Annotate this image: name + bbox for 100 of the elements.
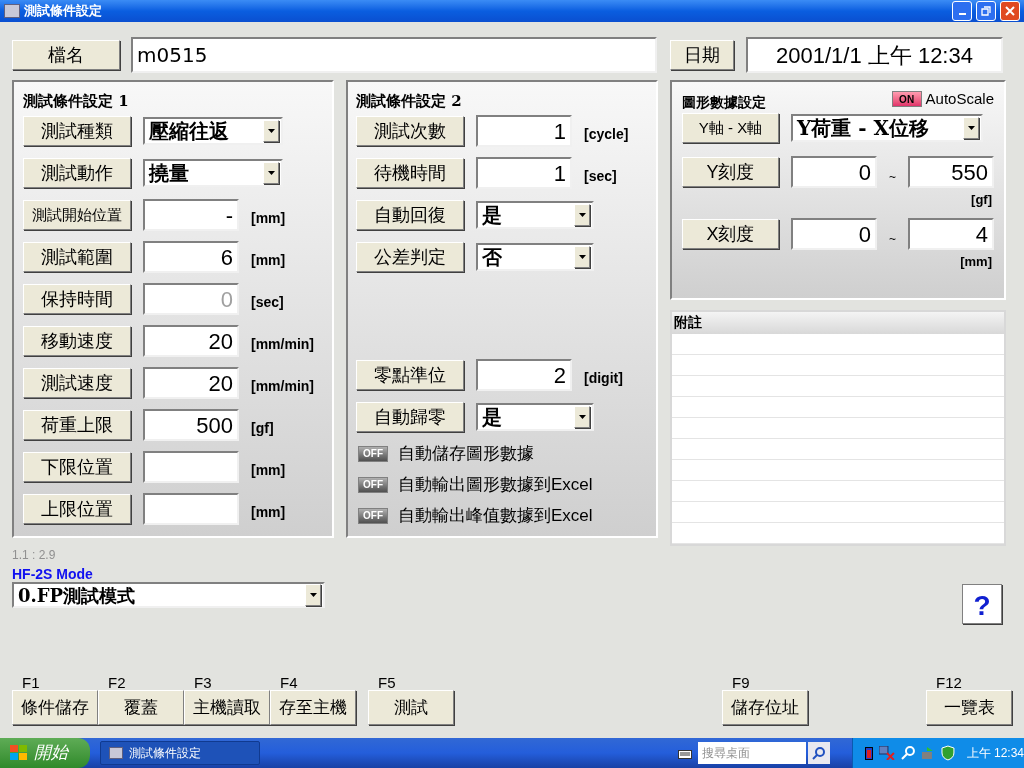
number-field[interactable]: 0: [791, 156, 877, 188]
number-field[interactable]: 500: [143, 409, 239, 441]
dropdown-button[interactable]: [574, 406, 590, 428]
unit-label: [mm]: [960, 253, 993, 270]
range-separator: ~: [888, 169, 897, 186]
function-key-label: F2: [107, 673, 127, 690]
search-button[interactable]: [808, 742, 830, 764]
dropdown-button[interactable]: [963, 117, 979, 139]
number-field[interactable]: 20: [143, 325, 239, 357]
function-key-button[interactable]: 主機讀取: [184, 690, 270, 725]
unit-label: [mm/min]: [251, 334, 314, 354]
number-field[interactable]: 20: [143, 367, 239, 399]
function-key-button[interactable]: 條件儲存: [12, 690, 98, 725]
label-button[interactable]: 下限位置: [23, 452, 131, 482]
caret-down-icon: [967, 126, 975, 130]
dropdown-field[interactable]: 否: [476, 243, 594, 271]
battery-icon: [865, 746, 873, 760]
label-button[interactable]: 荷重上限: [23, 410, 131, 440]
function-key-button[interactable]: 一覽表: [926, 690, 1012, 725]
number-field[interactable]: 4: [908, 218, 994, 250]
label-button[interactable]: 測試速度: [23, 368, 131, 398]
function-key-button[interactable]: 測試: [368, 690, 454, 725]
autoscale-label: AutoScale: [925, 88, 994, 109]
start-button[interactable]: 開始: [0, 738, 90, 768]
date-button[interactable]: 日期: [670, 40, 734, 70]
dropdown-field[interactable]: 是: [476, 403, 594, 431]
unit-label: [mm]: [251, 460, 286, 480]
shield-icon: [940, 745, 955, 761]
toggle-switch[interactable]: OFF: [358, 507, 388, 524]
help-button[interactable]: ?: [962, 584, 1002, 624]
maximize-button[interactable]: [976, 1, 996, 21]
unit-label: [mm/min]: [251, 376, 314, 396]
function-key-label: F5: [377, 673, 397, 690]
number-field[interactable]: 1: [476, 115, 572, 147]
magnifier-icon: [900, 746, 915, 760]
label-button[interactable]: 測試範圍: [23, 242, 131, 272]
version-label: 1.1 : 2.9: [12, 547, 57, 564]
app-icon: [109, 747, 123, 759]
function-key-button[interactable]: 存至主機: [270, 690, 356, 725]
maximize-icon: [981, 6, 991, 16]
number-field[interactable]: 550: [908, 156, 994, 188]
file-name-field[interactable]: m0515: [131, 37, 657, 73]
search-field[interactable]: 搜尋桌面: [698, 742, 806, 764]
dropdown-button[interactable]: [263, 120, 279, 142]
number-field[interactable]: 2: [476, 359, 572, 391]
windows-logo-icon: [10, 745, 28, 761]
app-icon: [4, 4, 20, 18]
function-key-label: F3: [193, 673, 213, 690]
function-key-label: F9: [731, 673, 751, 690]
unit-label: [mm]: [251, 502, 286, 522]
number-field[interactable]: -: [143, 199, 239, 231]
label-button[interactable]: 檔名: [12, 40, 120, 70]
unit-label: [gf]: [251, 418, 274, 438]
label-button[interactable]: Y軸 - X軸: [682, 113, 779, 143]
label-button[interactable]: Y刻度: [682, 157, 779, 187]
number-field[interactable]: 0: [791, 218, 877, 250]
label-button[interactable]: 待機時間: [356, 158, 464, 188]
label-button[interactable]: 自動回復: [356, 200, 464, 230]
unit-label: [sec]: [251, 292, 284, 312]
close-button[interactable]: [1000, 1, 1020, 21]
function-key-button[interactable]: 覆蓋: [98, 690, 184, 725]
number-field[interactable]: [143, 493, 239, 525]
dropdown-button[interactable]: [574, 204, 590, 226]
toggle-label: 自動輸出圖形數據到Excel: [398, 473, 593, 496]
unit-label: [gf]: [971, 191, 993, 208]
label-button[interactable]: 零點準位: [356, 360, 464, 390]
search-icon: [812, 746, 826, 760]
dropdown-field[interactable]: 撓量: [143, 159, 283, 187]
range-separator: ~: [888, 231, 897, 248]
toggle-switch[interactable]: ON: [891, 91, 922, 107]
mode-label: HF-2S Mode: [12, 565, 94, 582]
minimize-icon: [958, 13, 966, 15]
taskbar-window-button[interactable]: 測試條件設定: [100, 741, 260, 765]
label-button[interactable]: X刻度: [682, 219, 779, 249]
dropdown-button[interactable]: [574, 246, 590, 268]
label-button[interactable]: 測試次數: [356, 116, 464, 146]
dropdown-field[interactable]: 壓縮往返: [143, 117, 283, 145]
label-button[interactable]: 上限位置: [23, 494, 131, 524]
number-field[interactable]: 6: [143, 241, 239, 273]
network-error-icon: [878, 746, 895, 760]
toggle-switch[interactable]: OFF: [358, 445, 388, 462]
toggle-switch[interactable]: OFF: [358, 476, 388, 493]
function-key-button[interactable]: 儲存位址: [722, 690, 808, 725]
dropdown-field[interactable]: Y荷重 - X位移: [791, 114, 983, 142]
label-button[interactable]: 測試動作: [23, 158, 131, 188]
label-button[interactable]: 公差判定: [356, 242, 464, 272]
dropdown-field[interactable]: 是: [476, 201, 594, 229]
window-title: 測試條件設定: [24, 2, 103, 21]
label-button[interactable]: 測試開始位置: [23, 200, 131, 230]
dropdown-field[interactable]: 0.FP測試模式: [12, 582, 325, 608]
caret-down-icon: [267, 171, 275, 175]
label-button[interactable]: 測試種類: [23, 116, 131, 146]
dropdown-button[interactable]: [263, 162, 279, 184]
dropdown-button[interactable]: [305, 584, 321, 606]
caret-down-icon: [578, 255, 586, 259]
label-button[interactable]: 移動速度: [23, 326, 131, 356]
label-button[interactable]: 自動歸零: [356, 402, 464, 432]
minimize-button[interactable]: [952, 1, 972, 21]
number-field[interactable]: [143, 451, 239, 483]
number-field[interactable]: 1: [476, 157, 572, 189]
